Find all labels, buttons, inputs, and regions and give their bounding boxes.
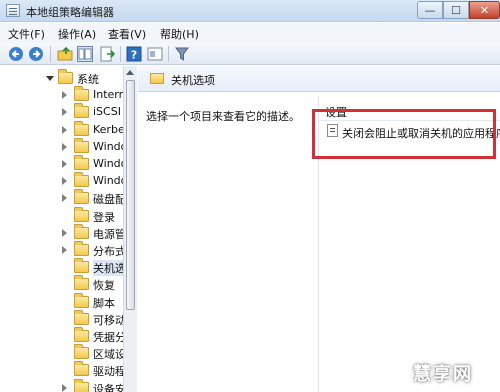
folder-icon: [74, 223, 89, 239]
properties-icon[interactable]: [147, 46, 163, 62]
menu-help[interactable]: 帮助(H): [160, 26, 199, 42]
forward-icon[interactable]: [28, 46, 44, 62]
menu-file[interactable]: 文件(F): [8, 26, 45, 42]
help-icon[interactable]: ?: [126, 46, 142, 62]
watermark: 慧享网: [413, 364, 473, 385]
app-icon: [6, 4, 20, 17]
tree-item[interactable]: Kerbe: [0, 120, 125, 139]
details-title: 关机选项: [171, 74, 215, 87]
tree-item[interactable]: 凭据分: [0, 327, 126, 345]
highlight-annotation: [312, 109, 496, 159]
tree-item[interactable]: 系统: [0, 69, 123, 87]
tree-item-label: 凭据分: [93, 331, 126, 344]
maximize-button[interactable]: ☐: [443, 1, 469, 19]
tree-item[interactable]: 可移动: [0, 309, 126, 328]
tree-item[interactable]: 恢复: [0, 275, 123, 293]
menu-action[interactable]: 操作(A): [58, 26, 96, 42]
toolbar-separator: [120, 46, 121, 62]
tree-item-label: 区域设: [93, 348, 126, 362]
tree-item[interactable]: Windo: [0, 137, 127, 156]
folder-icon: [74, 378, 89, 392]
minimize-button[interactable]: —: [417, 1, 443, 19]
navigation-tree: 系统 Intern iSCSI Kerbe Windo Windo Windo 磁盘配 登录 电源…: [0, 66, 137, 392]
folder-icon: [74, 172, 89, 188]
folder-icon: [74, 344, 89, 360]
window-title: 本地组策略编辑器: [26, 6, 114, 19]
expand-arrow-icon[interactable]: [62, 177, 67, 186]
tree-item[interactable]: 电源管: [0, 223, 126, 242]
details-header: 关机选项: [138, 66, 500, 92]
folder-icon: [74, 103, 89, 119]
tree-item[interactable]: Intern: [0, 86, 126, 104]
folder-icon: [74, 327, 89, 342]
show-hide-tree-icon[interactable]: [77, 46, 93, 62]
folder-icon: [74, 189, 89, 205]
tree-item-label: Intern: [93, 88, 126, 102]
tree-item-label: 电源管: [93, 227, 126, 241]
tree-item-label: 设备安: [93, 382, 126, 392]
tree-item-label: Kerbe: [93, 122, 125, 136]
menu-view[interactable]: 查看(V): [108, 26, 146, 42]
title-bar: 本地组策略编辑器 — ☐ ✕: [0, 0, 500, 22]
expand-arrow-icon[interactable]: [62, 125, 67, 134]
tree-item[interactable]: 区域设: [0, 344, 126, 362]
toolbar-separator: [168, 46, 169, 62]
folder-icon: [74, 361, 89, 377]
expand-arrow-icon[interactable]: [62, 91, 67, 100]
svg-text:?: ?: [131, 49, 137, 62]
folder-icon: [74, 241, 89, 256]
folder-icon: [74, 275, 89, 291]
tree-item[interactable]: 驱动程: [0, 361, 126, 379]
expand-arrow-icon[interactable]: [62, 160, 67, 168]
folder-icon: [74, 309, 89, 325]
toolbar-separator: [50, 46, 51, 62]
scroll-thumb[interactable]: [126, 80, 135, 310]
folder-icon: [74, 258, 89, 274]
up-folder-icon[interactable]: [57, 46, 73, 62]
tree-item-label: 驱动程: [93, 365, 126, 379]
tree-scrollbar[interactable]: [123, 66, 137, 392]
expand-arrow-icon[interactable]: [62, 383, 67, 392]
tree-item-label: 可移动: [93, 313, 126, 327]
expand-arrow-icon[interactable]: [62, 108, 67, 117]
tree-item-label: 恢复: [93, 279, 115, 293]
tree-item[interactable]: 磁盘配: [0, 189, 126, 207]
tree-item[interactable]: 设备安: [0, 378, 126, 392]
toolbar: ?: [0, 43, 500, 65]
description-text: 选择一个项目来查看它的描述。: [146, 110, 300, 123]
folder-icon: [150, 73, 164, 84]
expand-arrow-icon[interactable]: [62, 246, 67, 254]
tree-item-label: iSCSI: [93, 105, 121, 119]
back-icon[interactable]: [8, 46, 24, 62]
expand-arrow-icon[interactable]: [62, 142, 67, 151]
export-list-icon[interactable]: [99, 46, 115, 62]
folder-icon: [74, 155, 89, 170]
expand-arrow-icon[interactable]: [62, 228, 67, 237]
tree-item[interactable]: 分布式: [0, 241, 126, 259]
tree-item[interactable]: 登录: [0, 206, 123, 225]
folder-icon: [58, 69, 73, 84]
tree-item[interactable]: Windo: [0, 172, 127, 190]
expand-arrow-icon[interactable]: [62, 194, 67, 203]
menu-bar: 文件(F) 操作(A) 查看(V) 帮助(H): [0, 23, 500, 43]
folder-icon: [74, 120, 89, 136]
tree-item-label: 分布式: [93, 245, 126, 258]
scroll-up-arrow-icon[interactable]: [126, 70, 134, 75]
tree-item-label: 关机选: [93, 260, 126, 277]
collapse-arrow-icon[interactable]: [46, 76, 54, 81]
tree-item[interactable]: Windo: [0, 155, 127, 173]
folder-icon: [74, 137, 89, 153]
tree-item-label: 系统: [77, 73, 99, 86]
filter-icon[interactable]: [174, 46, 190, 62]
tree-item[interactable]: 脚本: [0, 292, 123, 311]
tree-item[interactable]: 关机选: [0, 258, 126, 277]
tree-item[interactable]: iSCSI: [0, 103, 123, 121]
tree-item-label: 登录: [93, 210, 115, 224]
tree-item-label: 脚本: [93, 296, 115, 310]
close-button[interactable]: ✕: [469, 1, 500, 19]
tree-item-label: 磁盘配: [93, 193, 126, 207]
folder-icon: [74, 86, 89, 102]
folder-icon: [74, 206, 89, 222]
folder-icon: [74, 292, 89, 308]
